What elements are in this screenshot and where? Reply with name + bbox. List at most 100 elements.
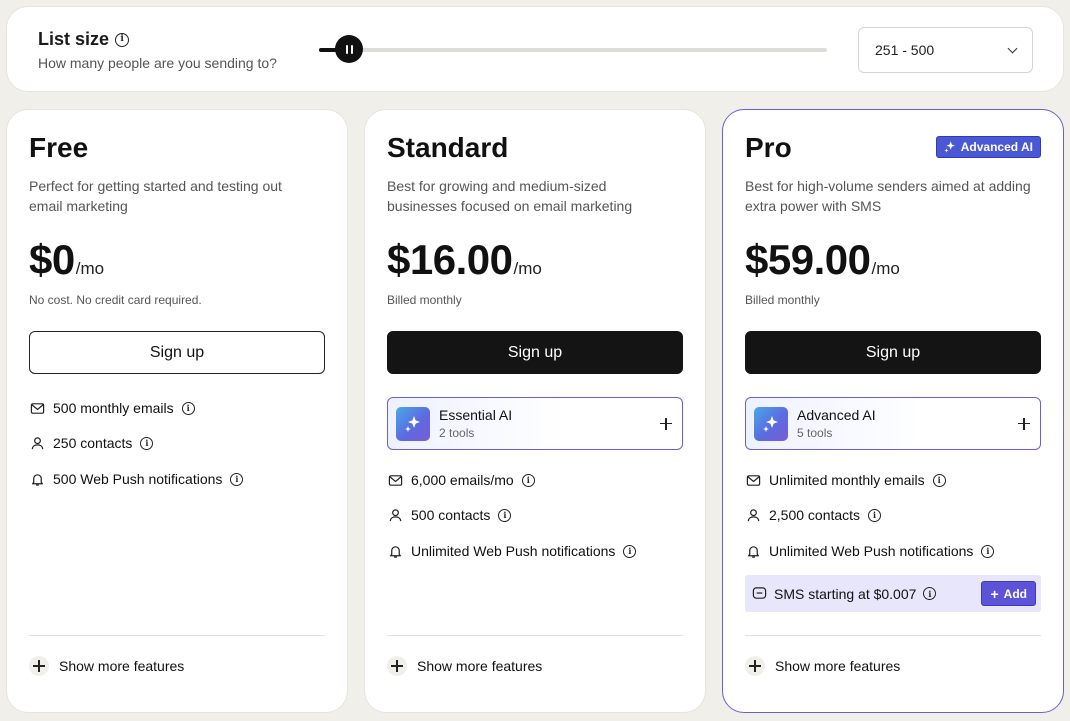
sign-up-button[interactable]: Sign up — [29, 331, 325, 374]
info-icon[interactable]: i — [981, 544, 995, 558]
list-size-slider[interactable] — [319, 48, 827, 52]
sparkle-icon — [944, 141, 955, 153]
ai-addon-text: Essential AI 2 tools — [439, 407, 512, 440]
plan-name: Pro — [745, 132, 792, 163]
sms-label: SMS starting at $0.007 — [774, 585, 917, 602]
info-icon[interactable]: i — [623, 544, 637, 558]
plus-icon — [29, 656, 49, 676]
user-icon — [387, 507, 403, 523]
mail-icon — [387, 472, 403, 488]
info-icon[interactable]: i — [498, 508, 512, 522]
show-more-features[interactable]: Show more features — [387, 656, 542, 676]
plus-icon — [387, 656, 407, 676]
info-icon[interactable]: i — [521, 473, 535, 487]
ai-addon-title: Essential AI — [439, 407, 513, 423]
info-icon[interactable]: i — [868, 508, 882, 522]
feature-label: 500 monthly emails — [53, 400, 174, 416]
feature-item: 500 contacts i — [387, 507, 512, 523]
plan-card-pro: Pro Advanced AI Best for high-volume sen… — [722, 109, 1064, 713]
plan-price: $16.00 /mo — [387, 236, 542, 284]
price-period: /mo — [871, 259, 900, 278]
list-size-label: List size — [38, 29, 110, 49]
show-more-features[interactable]: Show more features — [745, 656, 900, 676]
ai-addon-essential[interactable]: Essential AI 2 tools — [387, 397, 683, 450]
plus-icon — [745, 656, 765, 676]
slider-handle[interactable] — [335, 35, 364, 63]
billing-note: Billed monthly — [387, 293, 462, 307]
info-icon[interactable]: i — [932, 473, 946, 487]
sparkle-icon — [396, 406, 430, 441]
plan-price: $59.00 /mo — [745, 236, 900, 284]
user-icon — [745, 507, 761, 523]
info-icon[interactable]: i — [140, 436, 154, 450]
plan-description: Perfect for getting started and testing … — [29, 178, 282, 214]
feature-label: 2,500 contacts — [769, 507, 861, 523]
list-size-panel: List size i How many people are you send… — [6, 6, 1064, 92]
feature-label: 6,000 emails/mo — [411, 472, 514, 488]
info-icon[interactable]: i — [115, 32, 130, 47]
plan-name: Standard — [387, 132, 509, 163]
plan-name: Free — [29, 132, 89, 163]
bell-icon — [387, 543, 403, 559]
feature-item: Unlimited Web Push notifications i — [745, 543, 995, 559]
price-amount: $0 — [29, 236, 75, 283]
divider — [387, 635, 683, 636]
plus-icon[interactable] — [660, 417, 672, 430]
feature-label: Unlimited Web Push notifications — [769, 543, 974, 559]
badge-label: Advanced AI — [960, 140, 1033, 154]
plan-card-standard: Standard Best for growing and medium-siz… — [364, 109, 706, 713]
billing-note: Billed monthly — [745, 293, 820, 307]
info-icon[interactable]: i — [923, 587, 937, 600]
billing-note: No cost. No credit card required. — [29, 293, 202, 307]
bell-icon — [29, 471, 45, 487]
show-more-features[interactable]: Show more features — [29, 656, 184, 676]
feature-item: Unlimited Web Push notifications i — [387, 543, 637, 559]
feature-label: 500 Web Push notifications — [53, 471, 223, 487]
divider — [29, 635, 325, 636]
sign-up-button[interactable]: Sign up — [387, 331, 683, 374]
feature-label: Unlimited monthly emails — [769, 472, 925, 488]
feature-label: Unlimited Web Push notifications — [411, 543, 616, 559]
divider — [745, 635, 1041, 636]
list-size-select-value: 251 - 500 — [875, 42, 935, 58]
mail-icon — [29, 400, 45, 416]
plan-card-free: Free Perfect for getting started and tes… — [6, 109, 348, 713]
info-icon[interactable]: i — [181, 401, 195, 415]
plan-description: Best for growing and medium-sized busine… — [387, 178, 633, 214]
feature-item: 500 monthly emails i — [29, 400, 195, 416]
add-label: Add — [1003, 586, 1027, 601]
plus-icon: + — [990, 585, 999, 602]
chevron-down-icon — [1007, 43, 1018, 53]
plus-icon[interactable] — [1018, 417, 1030, 430]
price-amount: $59.00 — [745, 236, 871, 283]
info-icon[interactable]: i — [230, 472, 244, 486]
sign-up-button[interactable]: Sign up — [745, 331, 1041, 374]
ai-addon-text: Advanced AI 5 tools — [797, 407, 876, 440]
feature-item: 2,500 contacts i — [745, 507, 882, 523]
feature-label: 250 contacts — [53, 435, 133, 451]
sparkle-icon — [754, 406, 788, 441]
advanced-ai-badge: Advanced AI — [935, 136, 1041, 158]
ai-addon-title: Advanced AI — [797, 407, 876, 423]
show-more-label: Show more features — [59, 658, 185, 674]
ai-addon-advanced[interactable]: Advanced AI 5 tools — [745, 397, 1041, 450]
plan-description: Best for high-volume senders aimed at ad… — [745, 178, 1031, 214]
ai-addon-subtitle: 2 tools — [439, 426, 475, 440]
feature-item: Unlimited monthly emails i — [745, 472, 946, 488]
feature-item: 6,000 emails/mo i — [387, 472, 535, 488]
feature-item: 250 contacts i — [29, 435, 154, 451]
show-more-label: Show more features — [417, 658, 543, 674]
price-amount: $16.00 — [387, 236, 513, 283]
price-period: /mo — [513, 259, 542, 278]
add-sms-button[interactable]: + Add — [981, 581, 1036, 606]
plan-price: $0 /mo — [29, 236, 104, 284]
message-icon — [751, 586, 767, 602]
feature-item: 500 Web Push notifications i — [29, 471, 244, 487]
sms-addon-row: SMS starting at $0.007 i + Add — [745, 575, 1041, 612]
list-size-subtitle: How many people are you sending to? — [38, 55, 277, 71]
list-size-select[interactable]: 251 - 500 — [858, 27, 1033, 73]
feature-label: 500 contacts — [411, 507, 491, 523]
ai-addon-subtitle: 5 tools — [797, 426, 833, 440]
list-size-title: List size i — [38, 29, 130, 50]
mail-icon — [745, 472, 761, 488]
